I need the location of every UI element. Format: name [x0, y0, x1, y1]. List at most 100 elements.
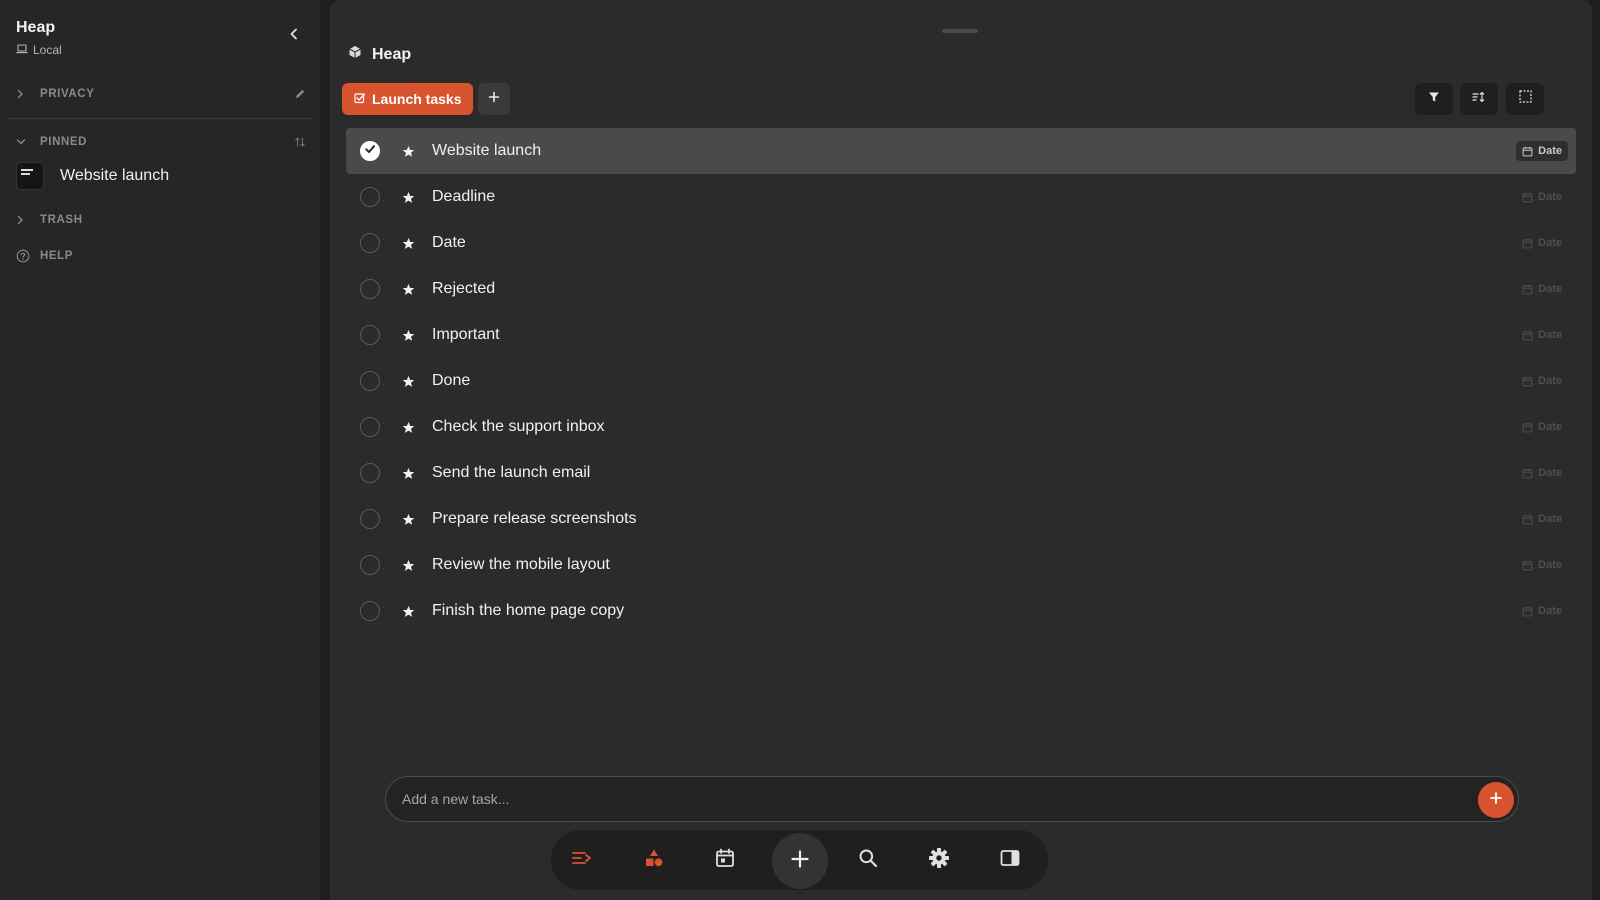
page-title: Heap — [348, 45, 411, 64]
date-button[interactable]: Date — [1516, 509, 1568, 529]
task-row[interactable]: Important Date — [346, 312, 1576, 358]
task-row[interactable]: Review the mobile layout Date — [346, 542, 1576, 588]
star-icon[interactable] — [401, 420, 415, 434]
section-pinned[interactable]: PINNED — [16, 132, 306, 152]
pencil-icon[interactable] — [294, 88, 306, 100]
star-icon[interactable] — [401, 144, 415, 158]
date-button[interactable]: Date — [1516, 417, 1568, 437]
plus-icon — [488, 90, 500, 108]
task-row[interactable]: Check the support inbox Date — [346, 404, 1576, 450]
gear-icon — [928, 847, 950, 874]
task-checkbox[interactable] — [360, 141, 380, 161]
star-icon[interactable] — [401, 512, 415, 526]
dock-calendar-button[interactable] — [697, 830, 753, 890]
filter-icon — [1428, 90, 1440, 108]
main-panel: Heap Launch tasks Website launch Date Dead… — [330, 0, 1592, 900]
date-button[interactable]: Date — [1516, 463, 1568, 483]
task-title: Date — [432, 234, 466, 251]
filter-button[interactable] — [1415, 83, 1453, 115]
task-row[interactable]: Prepare release screenshots Date — [346, 496, 1576, 542]
star-icon[interactable] — [401, 190, 415, 204]
date-label: Date — [1538, 191, 1562, 203]
drag-handle[interactable] — [942, 29, 978, 33]
calendar-icon — [1522, 192, 1533, 203]
date-button[interactable]: Date — [1516, 555, 1568, 575]
task-checkbox[interactable] — [360, 187, 380, 207]
dock-shapes-button[interactable] — [626, 830, 682, 890]
star-icon[interactable] — [401, 374, 415, 388]
date-button[interactable]: Date — [1516, 187, 1568, 207]
bottom-dock — [551, 830, 1048, 890]
chevron-left-icon — [289, 27, 299, 45]
section-trash[interactable]: TRASH — [16, 210, 306, 230]
date-button[interactable]: Date — [1516, 141, 1568, 161]
section-help[interactable]: HELP — [16, 246, 306, 266]
task-row[interactable]: Website launch Date — [346, 128, 1576, 174]
date-label: Date — [1538, 559, 1562, 571]
task-checkbox[interactable] — [360, 555, 380, 575]
date-button[interactable]: Date — [1516, 233, 1568, 253]
calendar-icon — [1522, 238, 1533, 249]
date-button[interactable]: Date — [1516, 601, 1568, 621]
help-circle-icon — [16, 249, 40, 263]
section-trash-label: TRASH — [40, 214, 83, 226]
star-icon[interactable] — [401, 558, 415, 572]
task-checkbox[interactable] — [360, 325, 380, 345]
star-icon[interactable] — [401, 282, 415, 296]
sort-button[interactable] — [1460, 83, 1498, 115]
page-title-text: Heap — [372, 45, 412, 63]
select-button[interactable] — [1506, 83, 1544, 115]
task-row[interactable]: Rejected Date — [346, 266, 1576, 312]
section-help-label: HELP — [40, 250, 74, 262]
dock-search-button[interactable] — [840, 830, 896, 890]
dock-add-button[interactable] — [772, 833, 828, 889]
task-checkbox[interactable] — [360, 371, 380, 391]
new-task-input[interactable] — [402, 777, 1442, 821]
checkbox-edit-icon — [354, 91, 366, 107]
calendar-icon — [1522, 330, 1533, 341]
add-tab-button[interactable] — [478, 83, 510, 115]
task-checkbox[interactable] — [360, 279, 380, 299]
location-text: Local — [33, 43, 62, 57]
task-list: Website launch Date Deadline Date Date Date Re… — [346, 128, 1576, 634]
calendar-icon — [1522, 284, 1533, 295]
task-row[interactable]: Send the launch email Date — [346, 450, 1576, 496]
calendar-icon — [1522, 146, 1533, 157]
tab-label: Launch tasks — [372, 91, 462, 107]
star-icon[interactable] — [401, 466, 415, 480]
task-checkbox[interactable] — [360, 601, 380, 621]
task-title: Deadline — [432, 188, 496, 205]
add-task-button[interactable] — [1478, 782, 1514, 818]
task-title: Check the support inbox — [432, 418, 605, 435]
date-button[interactable]: Date — [1516, 279, 1568, 299]
date-button[interactable]: Date — [1516, 371, 1568, 391]
section-privacy[interactable]: PRIVACY — [16, 84, 306, 104]
tab-launch-tasks[interactable]: Launch tasks — [342, 83, 474, 115]
chevron-down-icon — [16, 138, 40, 146]
collapse-sidebar-button[interactable] — [284, 26, 304, 46]
star-icon[interactable] — [401, 604, 415, 618]
date-button[interactable]: Date — [1516, 325, 1568, 345]
task-row[interactable]: Finish the home page copy Date — [346, 588, 1576, 634]
pinned-item-website-launch[interactable]: Website launch — [16, 162, 169, 190]
section-privacy-label: PRIVACY — [40, 88, 95, 100]
sort-icon[interactable] — [294, 136, 306, 148]
checkmark-icon — [364, 142, 376, 160]
task-title: Done — [432, 372, 471, 389]
chevron-right-icon — [16, 215, 40, 225]
dock-settings-button[interactable] — [911, 830, 967, 890]
date-label: Date — [1538, 145, 1562, 157]
task-row[interactable]: Done Date — [346, 358, 1576, 404]
star-icon[interactable] — [401, 328, 415, 342]
task-row[interactable]: Date Date — [346, 220, 1576, 266]
star-icon[interactable] — [401, 236, 415, 250]
dock-sidebar-toggle-button[interactable] — [982, 830, 1038, 890]
task-checkbox[interactable] — [360, 233, 380, 253]
task-checkbox[interactable] — [360, 463, 380, 483]
task-row[interactable]: Deadline Date — [346, 174, 1576, 220]
app-title: Heap — [16, 19, 56, 36]
shapes-icon — [644, 848, 664, 873]
task-checkbox[interactable] — [360, 417, 380, 437]
task-checkbox[interactable] — [360, 509, 380, 529]
dock-tasks-button[interactable] — [554, 830, 610, 890]
